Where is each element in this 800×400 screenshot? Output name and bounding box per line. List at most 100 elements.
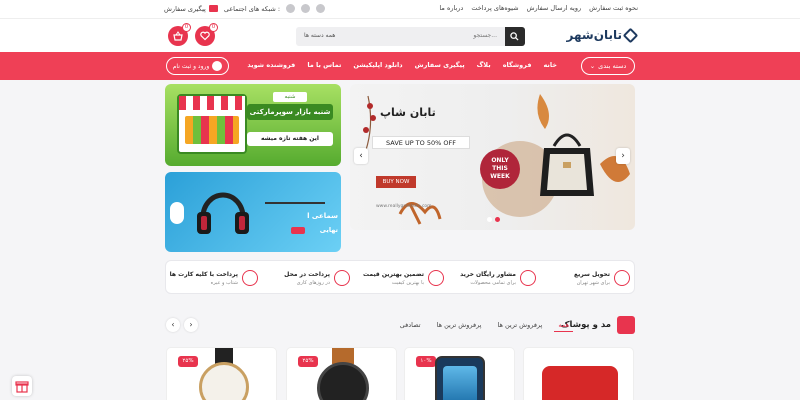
user-icon xyxy=(212,61,223,71)
banner1-title: شنبه بازار سوپرمارکتی xyxy=(247,104,333,120)
cable-image xyxy=(265,202,325,204)
feature-title: تضمین بهترین قیمت xyxy=(362,270,424,278)
slider-buy-now-button[interactable]: BUY NOW xyxy=(376,176,416,188)
nav-item-become-seller[interactable]: فروشنده شوید xyxy=(247,61,295,69)
facebook-icon[interactable] xyxy=(316,4,326,13)
chevron-left-icon: ‹ xyxy=(171,320,175,329)
tab-bestsellers-2[interactable]: پرفروش ترین ها xyxy=(433,319,486,332)
site-logo[interactable]: تابان‌شهر xyxy=(566,27,639,43)
top-link-order-guide[interactable]: نحوه ثبت سفارش xyxy=(589,4,638,12)
top-links: نحوه ثبت سفارش رویه ارسال سفارش شیوه‌های… xyxy=(439,4,638,12)
wishlist-button[interactable]: 0 xyxy=(195,23,218,46)
wishlist-count: 0 xyxy=(209,23,218,32)
chevron-right-icon: › xyxy=(621,151,625,161)
feature-sub: برای تمامی محصولات xyxy=(470,279,516,286)
shop-stall-image xyxy=(177,94,247,154)
cart-button[interactable]: 0 xyxy=(168,23,191,46)
top-link-payment[interactable]: شیوه‌های پرداخت xyxy=(471,4,518,12)
feature-title: مشاور رایگان خرید xyxy=(460,270,516,278)
category-menu-button[interactable]: ⌄ دسته بندی xyxy=(581,57,635,75)
tab-all[interactable]: همه xyxy=(554,319,573,332)
search-icon xyxy=(510,32,519,41)
gift-icon xyxy=(15,381,29,393)
slider-brand: تابان شاپ xyxy=(380,106,436,119)
feature-sub: برای شهر تهران xyxy=(576,279,610,286)
category-button-label: دسته بندی xyxy=(598,62,627,70)
headset-icon xyxy=(520,270,536,286)
basket-icon xyxy=(173,31,183,41)
cart-count: 0 xyxy=(182,23,191,32)
chevron-down-icon: ⌄ xyxy=(589,62,596,70)
feature-title: تحویل سریع xyxy=(573,270,610,278)
handbag-image xyxy=(536,124,598,198)
nav-item-download-app[interactable]: دانلود اپلیکیشن xyxy=(353,61,402,69)
nav-item-track[interactable]: پیگیری سفارش xyxy=(415,61,465,69)
feature-item: مشاور رایگان خرید برای تمامی محصولات xyxy=(451,267,536,289)
top-left-group: پیگیری سفارش شبکه های اجتماعی : xyxy=(164,4,326,13)
feature-item: تحویل سریع برای شهر تهران xyxy=(545,267,630,289)
truck-icon xyxy=(334,270,350,286)
product-card[interactable]: ۱۰% xyxy=(404,347,515,400)
twitter-icon[interactable] xyxy=(301,4,311,13)
banner1-tag: شنبه xyxy=(273,92,307,102)
feature-sub: با بهترین کیفیت xyxy=(391,279,424,286)
site-header: تابان‌شهر همه دسته ها 0 0 xyxy=(0,18,800,52)
hero-slider[interactable]: تابان شاپ SAVE UP TO 50% OFF BUY NOW www… xyxy=(350,84,635,230)
tab-random[interactable]: تصادفی xyxy=(396,319,425,332)
product-card[interactable]: ۲۵% xyxy=(166,347,277,400)
wallet-image xyxy=(542,366,618,400)
truck-icon xyxy=(208,5,218,12)
instagram-icon[interactable] xyxy=(286,4,296,13)
headphone-banner[interactable]: سماعی ا تهایی xyxy=(165,172,341,252)
supermarket-banner[interactable]: شنبه بازار سوپرمارکتی شنبه این هفته تازه… xyxy=(165,84,341,166)
search-category[interactable]: همه دسته ها xyxy=(304,32,335,39)
login-label: ورود و ثبت نام xyxy=(172,62,210,70)
feature-sub: در روزهای کاری xyxy=(296,279,330,286)
search-input[interactable] xyxy=(357,32,497,39)
nav-item-home[interactable]: خانه xyxy=(543,61,557,69)
track-label: پیگیری سفارش xyxy=(164,4,206,13)
discount-badge: ۲۵% xyxy=(298,356,318,367)
login-button[interactable]: ورود و ثبت نام xyxy=(166,57,229,75)
chevron-left-icon: ‹ xyxy=(359,151,363,161)
nav-item-shop[interactable]: فروشگاه xyxy=(503,61,532,69)
banner2-title: سماعی ا xyxy=(307,212,338,220)
products-prev-button[interactable]: › xyxy=(184,318,198,332)
logo-mark-icon xyxy=(622,27,639,43)
logo-text: تابان‌شهر xyxy=(566,28,622,42)
top-link-about[interactable]: درباره ما xyxy=(439,4,463,12)
clothing-icon xyxy=(617,316,635,334)
feature-title: پرداخت با کلیه کارت ها xyxy=(169,270,238,278)
nav-item-contact[interactable]: تماس با ما xyxy=(307,61,341,69)
features-bar: تحویل سریع برای شهر تهران مشاور رایگان خر… xyxy=(165,260,635,294)
tab-bestsellers[interactable]: پرفروش ترین ها xyxy=(493,319,546,332)
feature-item: پرداخت در محل در روزهای کاری xyxy=(265,267,350,289)
feature-title: پرداخت در محل xyxy=(284,270,330,278)
product-card[interactable] xyxy=(523,347,634,400)
slider-dot[interactable] xyxy=(487,217,492,222)
floating-action-button[interactable] xyxy=(12,376,32,396)
phone-image xyxy=(435,356,485,400)
feature-sub: شتاب و عیره xyxy=(210,279,238,286)
badge-line-3: WEEK xyxy=(490,173,510,180)
product-card[interactable]: ۲۵% xyxy=(286,347,397,400)
slider-url: www.reallygreatsite.com xyxy=(376,204,432,209)
feature-item: پرداخت با کلیه کارت ها شتاب و عیره xyxy=(169,267,258,289)
nav-item-blog[interactable]: بلاگ xyxy=(477,61,491,69)
only-this-week-badge: ONLY THIS WEEK xyxy=(480,149,520,189)
slider-dot-active[interactable] xyxy=(495,217,500,222)
track-order-link[interactable]: پیگیری سفارش xyxy=(164,5,218,13)
top-link-shipping[interactable]: رویه ارسال سفارش xyxy=(527,4,582,12)
heart-icon xyxy=(200,31,210,41)
slider-prev-button[interactable]: ‹ xyxy=(354,148,368,164)
main-nav: ⌄ دسته بندی خانه فروشگاه بلاگ پیگیری سفا… xyxy=(0,52,800,80)
slider-next-button[interactable]: › xyxy=(616,148,630,164)
feature-item: تضمین بهترین قیمت با بهترین کیفیت xyxy=(359,267,444,289)
social-label: شبکه های اجتماعی : xyxy=(223,4,281,13)
products-next-button[interactable]: ‹ xyxy=(166,318,180,332)
earbud-image xyxy=(170,202,184,224)
search-button[interactable] xyxy=(505,27,525,46)
discount-badge: ۱۰% xyxy=(416,356,436,367)
headphones-image xyxy=(193,182,253,242)
discount-badge: ۲۵% xyxy=(178,356,198,367)
